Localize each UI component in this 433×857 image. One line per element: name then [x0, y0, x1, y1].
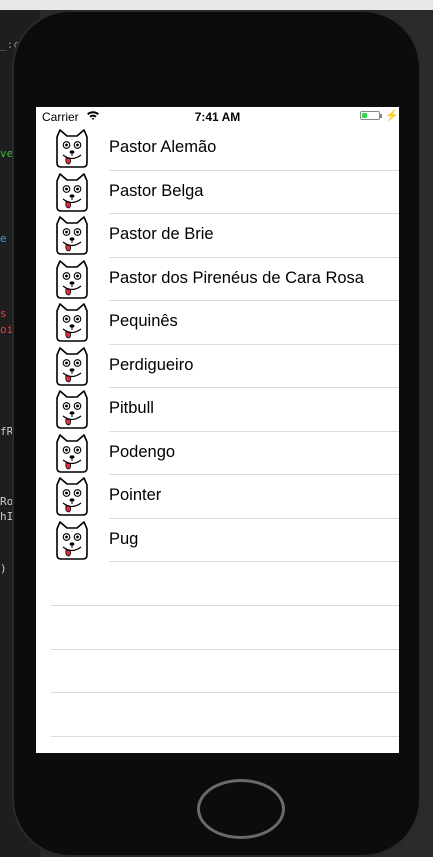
- table-row[interactable]: Pequinês: [36, 301, 399, 345]
- table-row[interactable]: Perdigueiro: [36, 345, 399, 388]
- table-row[interactable]: Podengo: [36, 432, 399, 475]
- dog-face-icon: [56, 216, 88, 255]
- status-bar: Carrier 7:41 AM ⚡: [36, 107, 399, 127]
- table-row[interactable]: Pastor dos Pirenéus de Cara Rosa: [36, 258, 399, 301]
- empty-row-separator: [51, 692, 399, 693]
- row-separator: [109, 561, 399, 562]
- table-row[interactable]: Pug: [36, 519, 399, 562]
- dog-face-icon: [56, 303, 88, 342]
- table-row[interactable]: Pastor de Brie: [36, 214, 399, 258]
- breed-table-view[interactable]: Pastor Alemão Pastor Belga Pastor de Bri…: [36, 127, 399, 562]
- dog-face-icon: [56, 433, 88, 473]
- breed-label: Pequinês: [109, 312, 178, 330]
- code-fragment: s: [0, 307, 7, 320]
- table-row[interactable]: Pointer: [36, 475, 399, 519]
- clock-time: 7:41 AM: [194, 110, 241, 124]
- battery-level-fill: [362, 113, 367, 118]
- breed-label: Pastor dos Pirenéus de Cara Rosa: [109, 268, 364, 287]
- dog-face-icon: [56, 520, 88, 560]
- table-row[interactable]: Pitbull: [36, 388, 399, 432]
- breed-label: Pastor de Brie: [109, 225, 214, 243]
- dog-face-icon: [56, 259, 88, 299]
- code-fragment: ): [0, 562, 7, 575]
- breed-label: Pointer: [109, 486, 162, 504]
- dog-face-icon: [56, 172, 88, 212]
- breed-label: Podengo: [109, 442, 176, 461]
- home-button[interactable]: [197, 779, 285, 839]
- battery-nub: [380, 114, 382, 118]
- table-row[interactable]: Pastor Belga: [36, 171, 399, 214]
- empty-row-separator: [51, 605, 399, 606]
- device-screen: Carrier 7:41 AM ⚡ Pastor Alemão Pastor B…: [36, 107, 399, 753]
- empty-row-separator: [51, 649, 399, 650]
- empty-row-separator: [51, 736, 399, 737]
- breed-label: Pastor Alemão: [109, 138, 217, 156]
- code-fragment: e: [0, 232, 7, 245]
- dog-face-icon: [56, 346, 88, 386]
- breed-label: Pitbull: [109, 399, 154, 417]
- breed-label: Pug: [109, 529, 139, 548]
- charging-bolt-icon: ⚡: [385, 110, 399, 122]
- breed-label: Perdigueiro: [109, 355, 194, 374]
- dog-face-icon: [56, 390, 88, 429]
- battery-icon: [360, 111, 380, 120]
- ide-toolbar-strip: [0, 0, 433, 10]
- table-row[interactable]: Pastor Alemão: [36, 127, 399, 171]
- breed-label: Pastor Belga: [109, 181, 204, 200]
- dog-face-icon: [56, 477, 88, 516]
- dog-face-icon: [56, 129, 88, 168]
